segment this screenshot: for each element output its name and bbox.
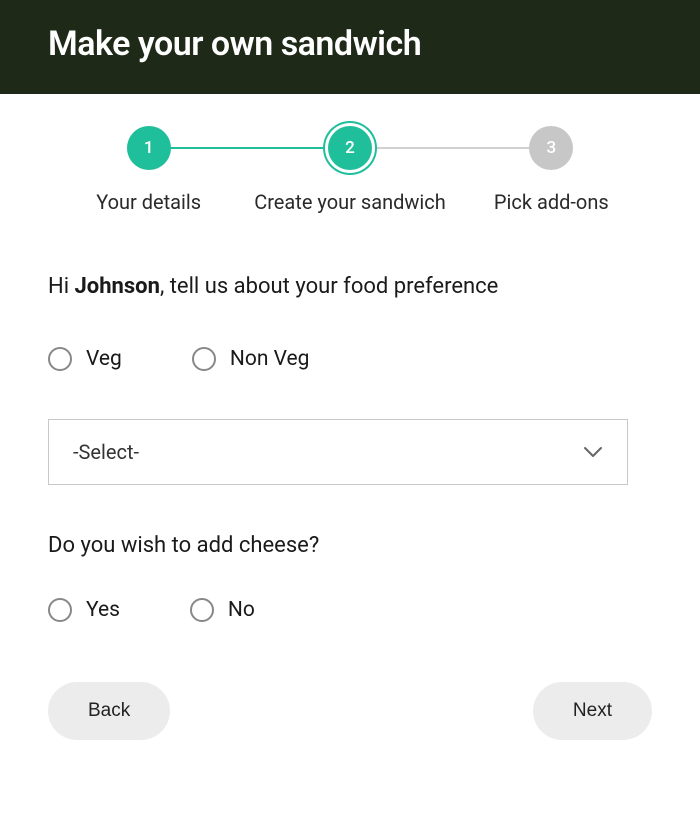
step-number: 1 <box>127 126 171 170</box>
user-name: Johnson <box>75 274 160 299</box>
page-header: Make your own sandwich <box>0 0 700 94</box>
step-pick-addons[interactable]: 3 Pick add-ons <box>451 126 652 214</box>
radio-icon <box>190 598 214 622</box>
step-label: Pick add-ons <box>494 190 609 214</box>
back-button[interactable]: Back <box>48 682 170 740</box>
step-number: 2 <box>328 126 372 170</box>
greeting-text: Hi Johnson, tell us about your food pref… <box>48 274 652 299</box>
radio-label: Yes <box>86 598 120 622</box>
step-your-details[interactable]: 1 Your details <box>48 126 249 214</box>
stepper: 1 Your details 2 Create your sandwich 3 … <box>48 126 652 214</box>
radio-label: Veg <box>86 347 122 371</box>
radio-label: Non Veg <box>230 347 310 371</box>
radio-nonveg[interactable]: Non Veg <box>192 347 310 371</box>
step-number: 3 <box>529 126 573 170</box>
radio-icon <box>192 347 216 371</box>
step-label: Create your sandwich <box>254 190 446 214</box>
footer-actions: Back Next <box>48 682 652 740</box>
step-label: Your details <box>96 190 201 214</box>
food-preference-group: Veg Non Veg <box>48 347 652 371</box>
step-create-sandwich[interactable]: 2 Create your sandwich <box>249 126 450 214</box>
chevron-down-icon <box>583 442 603 462</box>
next-button[interactable]: Next <box>533 682 652 740</box>
page-content: 1 Your details 2 Create your sandwich 3 … <box>0 94 700 772</box>
radio-icon <box>48 598 72 622</box>
radio-icon <box>48 347 72 371</box>
radio-cheese-yes[interactable]: Yes <box>48 598 120 622</box>
radio-veg[interactable]: Veg <box>48 347 122 371</box>
cheese-group: Yes No <box>48 598 652 622</box>
radio-label: No <box>228 598 255 622</box>
page-title: Make your own sandwich <box>48 24 652 64</box>
cheese-question: Do you wish to add cheese? <box>48 533 652 558</box>
radio-cheese-no[interactable]: No <box>190 598 255 622</box>
select-value: -Select- <box>73 440 139 464</box>
select-dropdown[interactable]: -Select- <box>48 419 628 485</box>
